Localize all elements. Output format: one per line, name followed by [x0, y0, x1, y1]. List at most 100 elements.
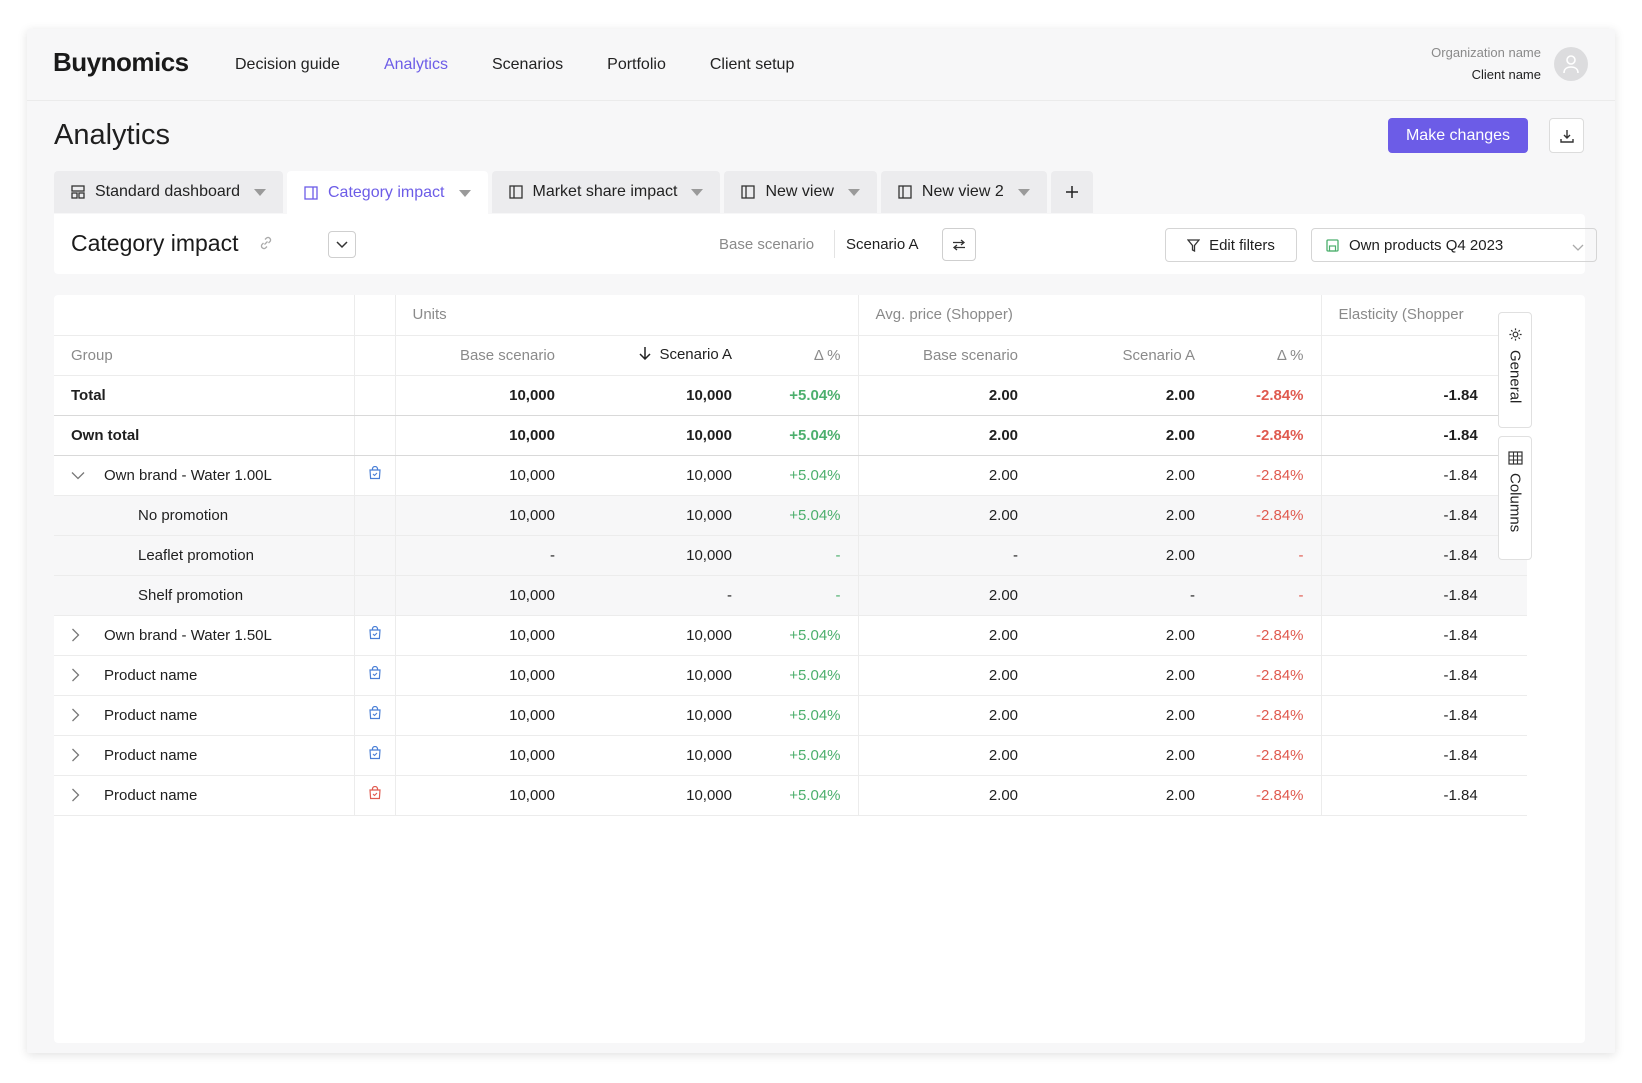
col-header-units-base[interactable]: Base scenario — [394, 335, 572, 376]
nav-portfolio[interactable]: Portfolio — [607, 56, 666, 74]
price-delta-cell: -2.84% — [1212, 695, 1322, 736]
table-row[interactable]: No promotion 10,000 10,000 +5.04% 2.00 2.00 -2… — [54, 495, 1527, 536]
shopping-bag-icon[interactable] — [368, 745, 382, 764]
edit-filters-button[interactable]: Edit filters — [1165, 228, 1297, 262]
caret-down-icon[interactable] — [254, 188, 266, 196]
price-base-cell: 2.00 — [857, 695, 1036, 736]
units-scenario-cell: 10,000 — [572, 375, 749, 416]
table-row[interactable]: Own brand - Water 1.00L 10,000 10,000 +5.04… — [54, 455, 1527, 496]
view-options-dropdown[interactable] — [328, 231, 356, 258]
table-row[interactable]: Product name 10,000 10,000 +5.04% 2.00 2.00 -2… — [54, 775, 1527, 816]
tab-new-view[interactable]: New view — [724, 171, 877, 213]
elasticity-cell: -1.84 — [1320, 455, 1527, 496]
tab-new-view-2[interactable]: New view 2 — [880, 171, 1047, 213]
swap-scenarios-button[interactable] — [942, 228, 976, 261]
elasticity-cell: -1.84 — [1320, 695, 1527, 736]
chevron-right-icon[interactable] — [71, 628, 87, 646]
col-header-units-scenario[interactable]: Scenario A — [572, 335, 749, 376]
group-label: Product name — [104, 786, 198, 804]
caret-down-icon[interactable] — [847, 188, 860, 196]
tab-market-share-impact[interactable]: Market share impact — [491, 171, 721, 213]
icon-cell — [353, 375, 395, 416]
data-table: Units Avg. price (Shopper) Elasticity (S… — [54, 295, 1527, 816]
col-header-price-base[interactable]: Base scenario — [857, 335, 1036, 376]
shopping-bag-icon[interactable] — [368, 705, 382, 724]
org-info: Organization name Client name — [1431, 45, 1541, 82]
chevron-right-icon[interactable] — [71, 748, 87, 766]
chevron-right-icon[interactable] — [71, 668, 87, 686]
columns-label: Columns — [1506, 473, 1524, 533]
units-base-cell: 10,000 — [394, 455, 572, 496]
app-window: Buynomics Decision guide Analytics Scena… — [27, 29, 1615, 1053]
shopping-bag-icon[interactable] — [368, 625, 382, 644]
col-header-icon — [353, 335, 395, 376]
table-row[interactable]: Own total 10,000 10,000 +5.04% 2.00 2.00 -2.84… — [54, 415, 1527, 456]
elasticity-cell: -1.84 — [1320, 775, 1527, 816]
table-row[interactable]: Own brand - Water 1.50L 10,000 10,000 +5.04… — [54, 615, 1527, 656]
price-scenario-cell: 2.00 — [1035, 615, 1213, 656]
table-row[interactable]: Product name 10,000 10,000 +5.04% 2.00 2.00 -2… — [54, 695, 1527, 736]
icon-cell — [353, 775, 395, 816]
group-label: Own total — [71, 426, 140, 444]
col-header-price-delta[interactable]: Δ % — [1212, 335, 1322, 376]
units-delta-cell: +5.04% — [749, 495, 859, 536]
general-side-tab[interactable]: General — [1498, 312, 1532, 428]
table-row[interactable]: Total 10,000 10,000 +5.04% 2.00 2.00 -2.84% -1.… — [54, 375, 1527, 416]
price-base-cell: 2.00 — [857, 495, 1036, 536]
client-name: Client name — [1471, 67, 1541, 82]
add-tab-button[interactable] — [1050, 171, 1093, 213]
nav-scenarios[interactable]: Scenarios — [492, 56, 563, 74]
units-delta-cell: +5.04% — [749, 695, 859, 736]
table-scroll-area[interactable]: Units Avg. price (Shopper) Elasticity (S… — [54, 295, 1527, 835]
group-label: Product name — [104, 706, 198, 724]
col-header-elasticity-scenario[interactable]: Scenario A — [1320, 335, 1527, 376]
tab-standard-dashboard[interactable]: Standard dashboard — [54, 171, 283, 213]
price-scenario-cell: 2.00 — [1035, 775, 1213, 816]
table-row[interactable]: Shelf promotion 10,000- -2.00- - -1.84 — [54, 575, 1527, 616]
download-button[interactable] — [1549, 118, 1584, 153]
col-header-group[interactable]: Group — [54, 335, 354, 376]
icon-cell — [353, 535, 395, 576]
divider — [834, 230, 835, 258]
price-scenario-cell: 2.00 — [1035, 695, 1213, 736]
nav-client-setup[interactable]: Client setup — [710, 56, 795, 74]
units-scenario-cell: 10,000 — [572, 775, 749, 816]
table-view-icon — [508, 185, 523, 199]
price-delta-cell: -2.84% — [1212, 415, 1322, 456]
shopping-bag-icon[interactable] — [368, 465, 382, 484]
group-cell: Leaflet promotion — [54, 535, 354, 576]
product-set-select[interactable]: Own products Q4 2023 — [1311, 228, 1597, 262]
price-base-cell: - — [857, 535, 1036, 576]
table-row[interactable]: Product name 10,000 10,000 +5.04% 2.00 2.00 -2… — [54, 735, 1527, 776]
avatar[interactable] — [1554, 47, 1588, 81]
units-delta-cell: +5.04% — [749, 775, 859, 816]
units-delta-cell: +5.04% — [749, 615, 859, 656]
table-icon — [1507, 451, 1523, 465]
group-cell: Product name — [54, 735, 354, 776]
col-header-label: Scenario A — [659, 345, 732, 363]
chevron-right-icon[interactable] — [71, 788, 87, 806]
group-cell: Own brand - Water 1.50L — [54, 615, 354, 656]
gear-icon — [1508, 328, 1522, 341]
col-header-units-delta[interactable]: Δ % — [749, 335, 859, 376]
chevron-down-icon[interactable] — [71, 468, 87, 485]
link-icon[interactable] — [258, 235, 274, 256]
tab-category-impact[interactable]: Category impact — [287, 171, 488, 215]
make-changes-button[interactable]: Make changes — [1388, 118, 1528, 153]
price-base-cell: 2.00 — [857, 455, 1036, 496]
shopping-bag-icon[interactable] — [368, 665, 382, 684]
caret-down-icon[interactable] — [1017, 188, 1030, 196]
nav-decision-guide[interactable]: Decision guide — [235, 56, 340, 74]
columns-side-tab[interactable]: Columns — [1498, 436, 1532, 560]
page-title: Analytics — [54, 119, 171, 151]
nav-analytics[interactable]: Analytics — [384, 56, 448, 74]
table-row[interactable]: Leaflet promotion -10,000- -2.00- -1.84 — [54, 535, 1527, 576]
icon-cell — [353, 495, 395, 536]
caret-down-icon[interactable] — [458, 189, 471, 197]
download-icon — [1559, 129, 1574, 143]
shopping-bag-icon[interactable] — [368, 785, 382, 804]
table-row[interactable]: Product name 10,000 10,000 +5.04% 2.00 2.00 -2… — [54, 655, 1527, 696]
chevron-right-icon[interactable] — [71, 708, 87, 726]
caret-down-icon[interactable] — [691, 188, 704, 196]
col-header-price-scenario[interactable]: Scenario A — [1035, 335, 1213, 376]
